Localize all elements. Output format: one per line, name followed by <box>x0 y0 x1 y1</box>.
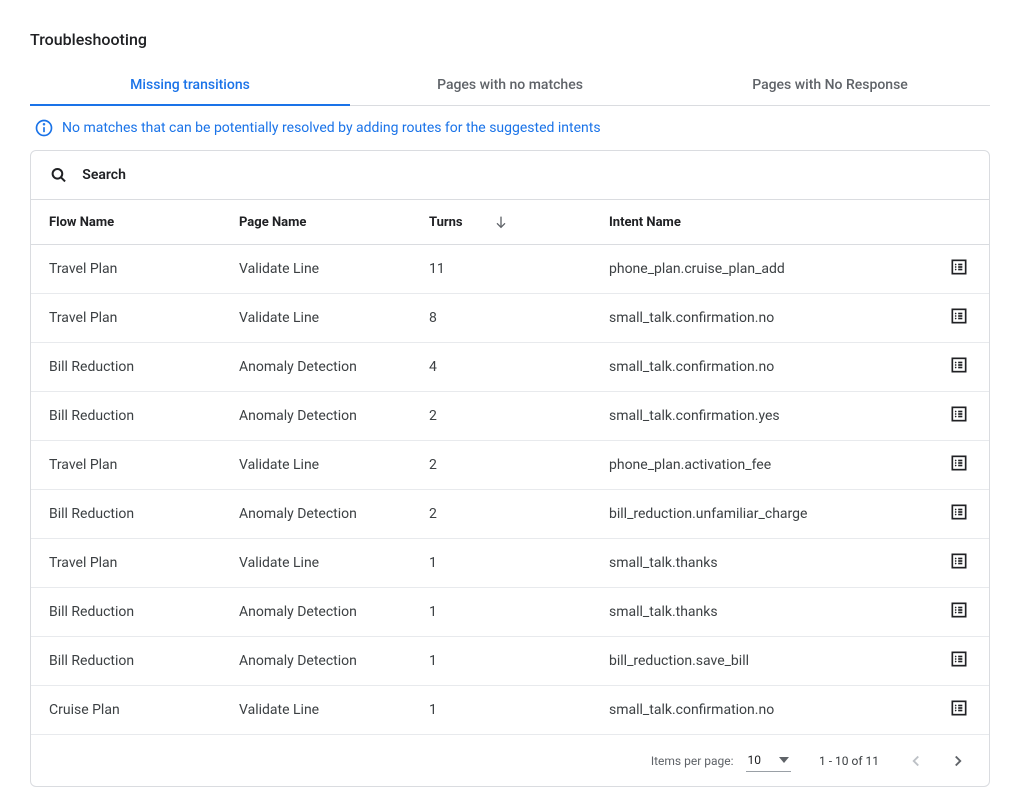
cell-intent-name: small_talk.confirmation.yes <box>591 392 929 441</box>
cell-flow-name: Bill Reduction <box>31 588 221 637</box>
info-icon <box>34 118 54 138</box>
list-details-icon <box>949 649 969 669</box>
cell-action[interactable] <box>929 686 989 735</box>
cell-turns: 1 <box>411 539 591 588</box>
cell-flow-name: Bill Reduction <box>31 637 221 686</box>
cell-page-name: Anomaly Detection <box>221 490 411 539</box>
table-row: Bill ReductionAnomaly Detection1bill_red… <box>31 637 989 686</box>
cell-page-name: Validate Line <box>221 294 411 343</box>
results-table: Flow Name Page Name Turns Intent Name <box>31 200 989 734</box>
cell-page-name: Validate Line <box>221 245 411 294</box>
cell-turns: 1 <box>411 588 591 637</box>
pagination: Items per page: 10 1 - 10 of 11 <box>31 734 989 786</box>
items-per-page: Items per page: 10 <box>651 749 791 772</box>
items-per-page-select[interactable]: 10 <box>746 749 792 772</box>
cell-turns: 11 <box>411 245 591 294</box>
cell-action[interactable] <box>929 441 989 490</box>
tabs: Missing transitions Pages with no matche… <box>30 65 990 106</box>
cell-action[interactable] <box>929 588 989 637</box>
cell-intent-name: small_talk.confirmation.no <box>591 343 929 392</box>
cell-intent-name: bill_reduction.unfamiliar_charge <box>591 490 929 539</box>
table-row: Bill ReductionAnomaly Detection2bill_red… <box>31 490 989 539</box>
cell-action[interactable] <box>929 539 989 588</box>
tab-missing-transitions[interactable]: Missing transitions <box>30 65 350 105</box>
list-details-icon <box>949 404 969 424</box>
tab-pages-no-response[interactable]: Pages with No Response <box>670 65 990 105</box>
list-details-icon <box>949 698 969 718</box>
items-per-page-value: 10 <box>748 753 762 767</box>
cell-flow-name: Bill Reduction <box>31 490 221 539</box>
cell-intent-name: small_talk.thanks <box>591 588 929 637</box>
list-details-icon <box>949 306 969 326</box>
table-row: Travel PlanValidate Line2phone_plan.acti… <box>31 441 989 490</box>
prev-page-button[interactable] <box>907 752 925 770</box>
cell-action[interactable] <box>929 392 989 441</box>
cell-intent-name: small_talk.thanks <box>591 539 929 588</box>
table-row: Travel PlanValidate Line1small_talk.than… <box>31 539 989 588</box>
cell-intent-name: phone_plan.cruise_plan_add <box>591 245 929 294</box>
cell-turns: 2 <box>411 441 591 490</box>
info-banner: No matches that can be potentially resol… <box>30 106 990 150</box>
list-details-icon <box>949 355 969 375</box>
page-title: Troubleshooting <box>30 30 990 49</box>
search-row <box>31 151 989 200</box>
cell-flow-name: Cruise Plan <box>31 686 221 735</box>
cell-flow-name: Bill Reduction <box>31 343 221 392</box>
arrow-down-icon <box>493 214 509 230</box>
cell-action[interactable] <box>929 294 989 343</box>
column-header-turns-label: Turns <box>429 215 463 230</box>
list-details-icon <box>949 502 969 522</box>
table-row: Cruise PlanValidate Line1small_talk.conf… <box>31 686 989 735</box>
column-header-page-name[interactable]: Page Name <box>221 200 411 245</box>
cell-intent-name: small_talk.confirmation.no <box>591 686 929 735</box>
table-row: Bill ReductionAnomaly Detection2small_ta… <box>31 392 989 441</box>
cell-flow-name: Bill Reduction <box>31 392 221 441</box>
column-header-intent-name[interactable]: Intent Name <box>591 200 929 245</box>
pagination-nav <box>907 752 967 770</box>
cell-flow-name: Travel Plan <box>31 539 221 588</box>
cell-turns: 2 <box>411 392 591 441</box>
search-icon <box>49 165 68 185</box>
table-row: Travel PlanValidate Line8small_talk.conf… <box>31 294 989 343</box>
list-details-icon <box>949 551 969 571</box>
cell-turns: 2 <box>411 490 591 539</box>
info-banner-text: No matches that can be potentially resol… <box>62 120 601 136</box>
cell-flow-name: Travel Plan <box>31 294 221 343</box>
dropdown-icon <box>779 755 789 765</box>
search-input[interactable] <box>82 167 971 183</box>
list-details-icon <box>949 600 969 620</box>
table-row: Bill ReductionAnomaly Detection1small_ta… <box>31 588 989 637</box>
cell-page-name: Anomaly Detection <box>221 343 411 392</box>
column-header-turns[interactable]: Turns <box>411 200 591 245</box>
results-card: Flow Name Page Name Turns Intent Name <box>30 150 990 787</box>
tab-pages-no-matches[interactable]: Pages with no matches <box>350 65 670 105</box>
pagination-range: 1 - 10 of 11 <box>819 754 879 768</box>
cell-turns: 4 <box>411 343 591 392</box>
cell-turns: 1 <box>411 637 591 686</box>
cell-action[interactable] <box>929 637 989 686</box>
next-page-button[interactable] <box>949 752 967 770</box>
cell-page-name: Anomaly Detection <box>221 637 411 686</box>
list-details-icon <box>949 453 969 473</box>
cell-flow-name: Travel Plan <box>31 245 221 294</box>
cell-intent-name: phone_plan.activation_fee <box>591 441 929 490</box>
cell-page-name: Anomaly Detection <box>221 392 411 441</box>
cell-page-name: Validate Line <box>221 441 411 490</box>
cell-intent-name: small_talk.confirmation.no <box>591 294 929 343</box>
table-row: Travel PlanValidate Line11phone_plan.cru… <box>31 245 989 294</box>
cell-action[interactable] <box>929 490 989 539</box>
cell-page-name: Validate Line <box>221 686 411 735</box>
column-header-flow-name[interactable]: Flow Name <box>31 200 221 245</box>
table-row: Bill ReductionAnomaly Detection4small_ta… <box>31 343 989 392</box>
cell-page-name: Validate Line <box>221 539 411 588</box>
items-per-page-label: Items per page: <box>651 754 734 768</box>
cell-action[interactable] <box>929 245 989 294</box>
cell-action[interactable] <box>929 343 989 392</box>
cell-page-name: Anomaly Detection <box>221 588 411 637</box>
list-details-icon <box>949 257 969 277</box>
cell-intent-name: bill_reduction.save_bill <box>591 637 929 686</box>
cell-flow-name: Travel Plan <box>31 441 221 490</box>
cell-turns: 8 <box>411 294 591 343</box>
cell-turns: 1 <box>411 686 591 735</box>
